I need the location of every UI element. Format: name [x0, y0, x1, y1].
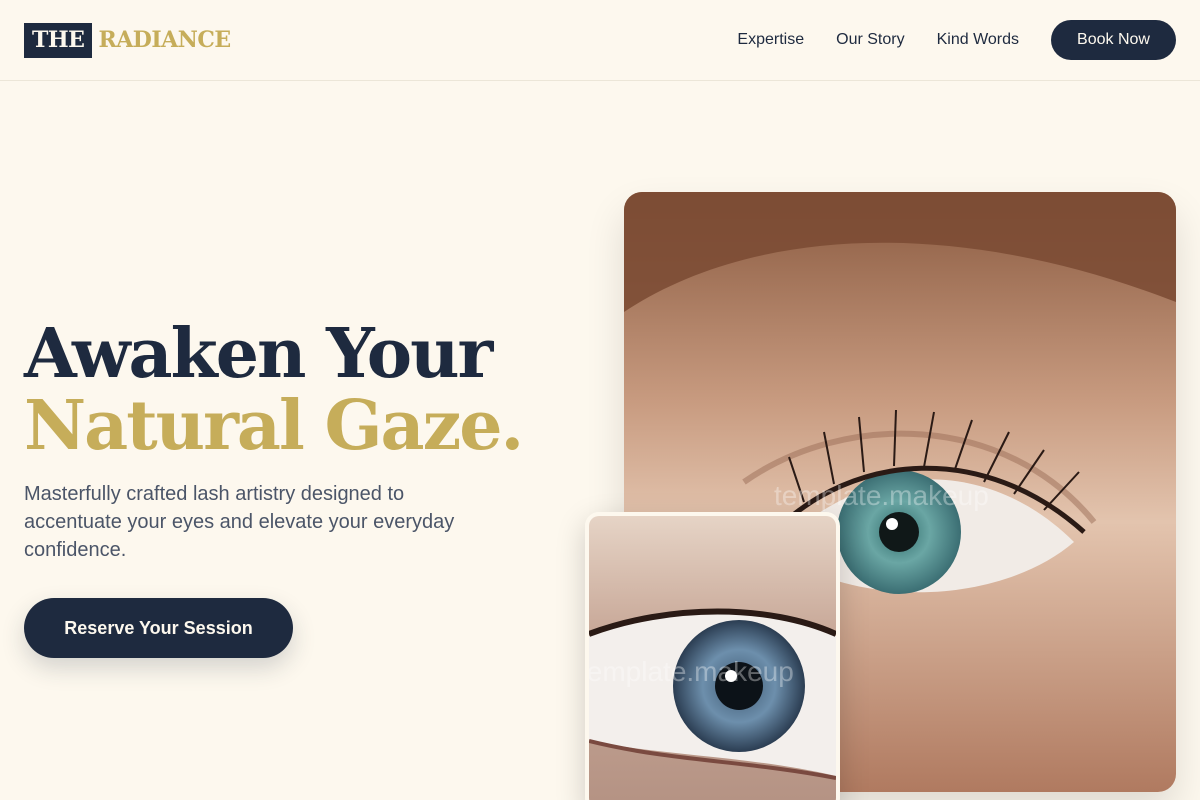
brand-logo[interactable]: THE RADIANCE: [24, 22, 231, 58]
hero-title-line2: Natural Gaze.: [24, 386, 524, 466]
inset-eye-photo: template.makeup: [585, 512, 840, 800]
hero-title-line1: Awaken Your: [24, 314, 493, 394]
main-image-watermark: template.makeup: [774, 480, 989, 511]
book-now-button[interactable]: Book Now: [1051, 20, 1176, 60]
inset-image-watermark: template.makeup: [585, 656, 794, 687]
hero-section: Awaken Your Natural Gaze. Masterfully cr…: [24, 318, 524, 658]
nav-link-expertise[interactable]: Expertise: [737, 31, 804, 49]
hero-subtitle: Masterfully crafted lash artistry design…: [24, 483, 455, 561]
hero-title: Awaken Your Natural Gaze.: [24, 318, 524, 462]
logo-rest-text: RADIANCE: [98, 27, 231, 53]
nav-link-kind-words[interactable]: Kind Words: [937, 31, 1019, 49]
main-nav: Expertise Our Story Kind Words Book Now: [737, 20, 1176, 60]
site-header: THE RADIANCE Expertise Our Story Kind Wo…: [0, 0, 1200, 81]
nav-link-our-story[interactable]: Our Story: [836, 31, 904, 49]
reserve-session-button[interactable]: Reserve Your Session: [24, 598, 293, 658]
logo-box-text: THE: [24, 22, 93, 58]
